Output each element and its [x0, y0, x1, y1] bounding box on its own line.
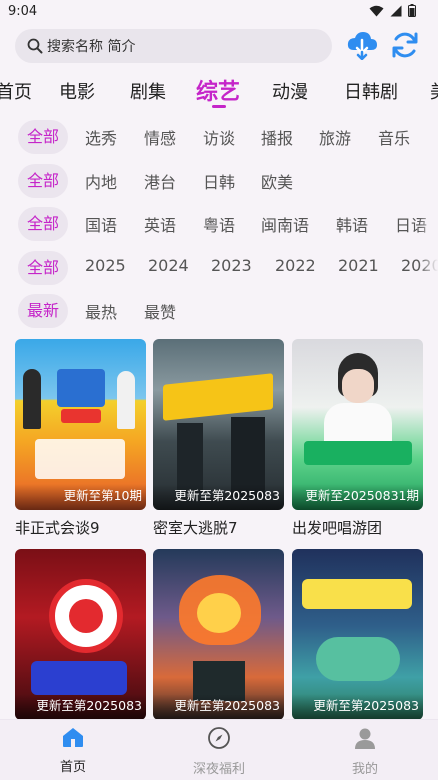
bottom-navigation: 首页 深夜福利 我的: [0, 719, 438, 780]
filter-type-music[interactable]: 音乐: [378, 125, 410, 149]
tab-variety[interactable]: 综艺: [196, 74, 240, 106]
search-placeholder: 搜索名称 简介: [47, 39, 136, 55]
filter-lang-minnan[interactable]: 闽南语: [261, 212, 309, 236]
filter-region-row: 全部 内地 港台 日韩 欧美: [0, 164, 438, 198]
filter-region-all[interactable]: 全部: [18, 164, 69, 198]
filter-region-jk[interactable]: 日韩: [203, 169, 235, 193]
tab-jk-drama[interactable]: 日韩剧: [344, 78, 398, 104]
filter-language-row: 全部 国语 英语 粤语 闽南语 韩语 日语: [0, 207, 438, 241]
search-icon: [27, 38, 43, 54]
sort-most-liked[interactable]: 最赞: [144, 299, 176, 323]
episode-status: 更新至第2025083: [15, 694, 146, 720]
tab-home[interactable]: 首页: [0, 78, 32, 104]
episode-status: 更新至第10期: [15, 484, 146, 510]
sort-hottest[interactable]: 最热: [85, 299, 117, 323]
tab-movies[interactable]: 电影: [59, 78, 95, 104]
filter-lang-english[interactable]: 英语: [144, 212, 176, 236]
filter-lang-mandarin[interactable]: 国语: [85, 212, 117, 236]
video-card[interactable]: 更新至20250831期 出发吧唱游团: [292, 339, 423, 538]
card-title: 非正式会谈9: [15, 519, 100, 537]
download-button[interactable]: [345, 28, 379, 62]
video-card[interactable]: 更新至第2025083: [153, 549, 284, 720]
status-icons: [369, 4, 416, 17]
filter-region-west[interactable]: 欧美: [261, 169, 293, 193]
filter-year-2023[interactable]: 2023: [211, 256, 252, 275]
card-title: 密室大逃脱7: [153, 519, 238, 537]
filter-year-2024[interactable]: 2024: [148, 256, 189, 275]
episode-status: 更新至20250831期: [292, 484, 423, 510]
poster-image: 更新至第2025083: [292, 549, 423, 720]
filter-lang-korean[interactable]: 韩语: [336, 212, 368, 236]
filter-type-all[interactable]: 全部: [18, 120, 69, 154]
card-title: 出发吧唱游团: [292, 519, 383, 537]
sort-newest[interactable]: 最新: [18, 294, 69, 328]
poster-image: 更新至20250831期: [292, 339, 423, 510]
bottom-nav-label: 首页: [59, 760, 86, 775]
bottom-nav-label: 我的: [351, 762, 378, 777]
bottom-nav-me[interactable]: 我的: [315, 726, 415, 777]
filter-year-2022[interactable]: 2022: [275, 256, 316, 275]
wifi-icon: [369, 5, 384, 16]
active-tab-indicator: [212, 105, 226, 108]
video-card[interactable]: 更新至第10期 非正式会谈9: [15, 339, 146, 538]
episode-status: 更新至第2025083: [153, 694, 284, 720]
bottom-nav-home[interactable]: 首页: [23, 726, 123, 775]
filter-lang-cantonese[interactable]: 粤语: [203, 212, 235, 236]
video-card[interactable]: 更新至第2025083: [292, 549, 423, 720]
filter-type-row: 全部 选秀 情感 访谈 播报 旅游 音乐: [0, 120, 438, 154]
episode-status: 更新至第2025083: [292, 694, 423, 720]
category-tabs: 首页 电影 剧集 综艺 动漫 日韩剧 美: [0, 74, 438, 108]
refresh-button[interactable]: [388, 28, 422, 62]
filter-region-hktw[interactable]: 港台: [144, 169, 176, 193]
compass-icon: [208, 727, 230, 749]
poster-image: 更新至第10期: [15, 339, 146, 510]
cloud-download-icon: [347, 32, 377, 60]
filter-year-2021[interactable]: 2021: [338, 256, 379, 275]
status-bar: 9:04: [0, 0, 438, 24]
home-icon: [63, 728, 83, 747]
bottom-nav-late-night[interactable]: 深夜福利: [169, 726, 269, 777]
status-time: 9:04: [8, 4, 38, 19]
video-card[interactable]: 更新至第2025083: [15, 549, 146, 720]
poster-image: 更新至第2025083: [153, 339, 284, 510]
battery-icon: [408, 4, 416, 17]
filter-year-row: 全部 2025 2024 2023 2022 2021 2020: [0, 251, 438, 285]
video-card[interactable]: 更新至第2025083 密室大逃脱7: [153, 339, 284, 538]
filter-region-mainland[interactable]: 内地: [85, 169, 117, 193]
scroll-fade: [418, 118, 438, 288]
episode-status: 更新至第2025083: [153, 484, 284, 510]
tab-us-drama[interactable]: 美: [430, 78, 438, 104]
tab-series[interactable]: 剧集: [130, 78, 166, 104]
filter-lang-all[interactable]: 全部: [18, 207, 69, 241]
filter-type-news[interactable]: 播报: [261, 125, 293, 149]
user-icon: [355, 728, 375, 749]
poster-image: 更新至第2025083: [15, 549, 146, 720]
filter-type-interview[interactable]: 访谈: [203, 125, 235, 149]
filter-type-travel[interactable]: 旅游: [319, 125, 351, 149]
search-input[interactable]: 搜索名称 简介: [15, 29, 332, 63]
poster-image: 更新至第2025083: [153, 549, 284, 720]
filter-type-talent[interactable]: 选秀: [85, 125, 117, 149]
refresh-icon: [392, 32, 418, 58]
filter-sort-row: 最新 最热 最赞: [0, 294, 438, 328]
filter-year-2025[interactable]: 2025: [85, 256, 126, 275]
signal-icon: [390, 5, 402, 16]
bottom-nav-label: 深夜福利: [192, 762, 245, 777]
filter-type-romance[interactable]: 情感: [144, 125, 176, 149]
filter-year-all[interactable]: 全部: [18, 251, 69, 285]
tab-anime[interactable]: 动漫: [272, 78, 308, 104]
